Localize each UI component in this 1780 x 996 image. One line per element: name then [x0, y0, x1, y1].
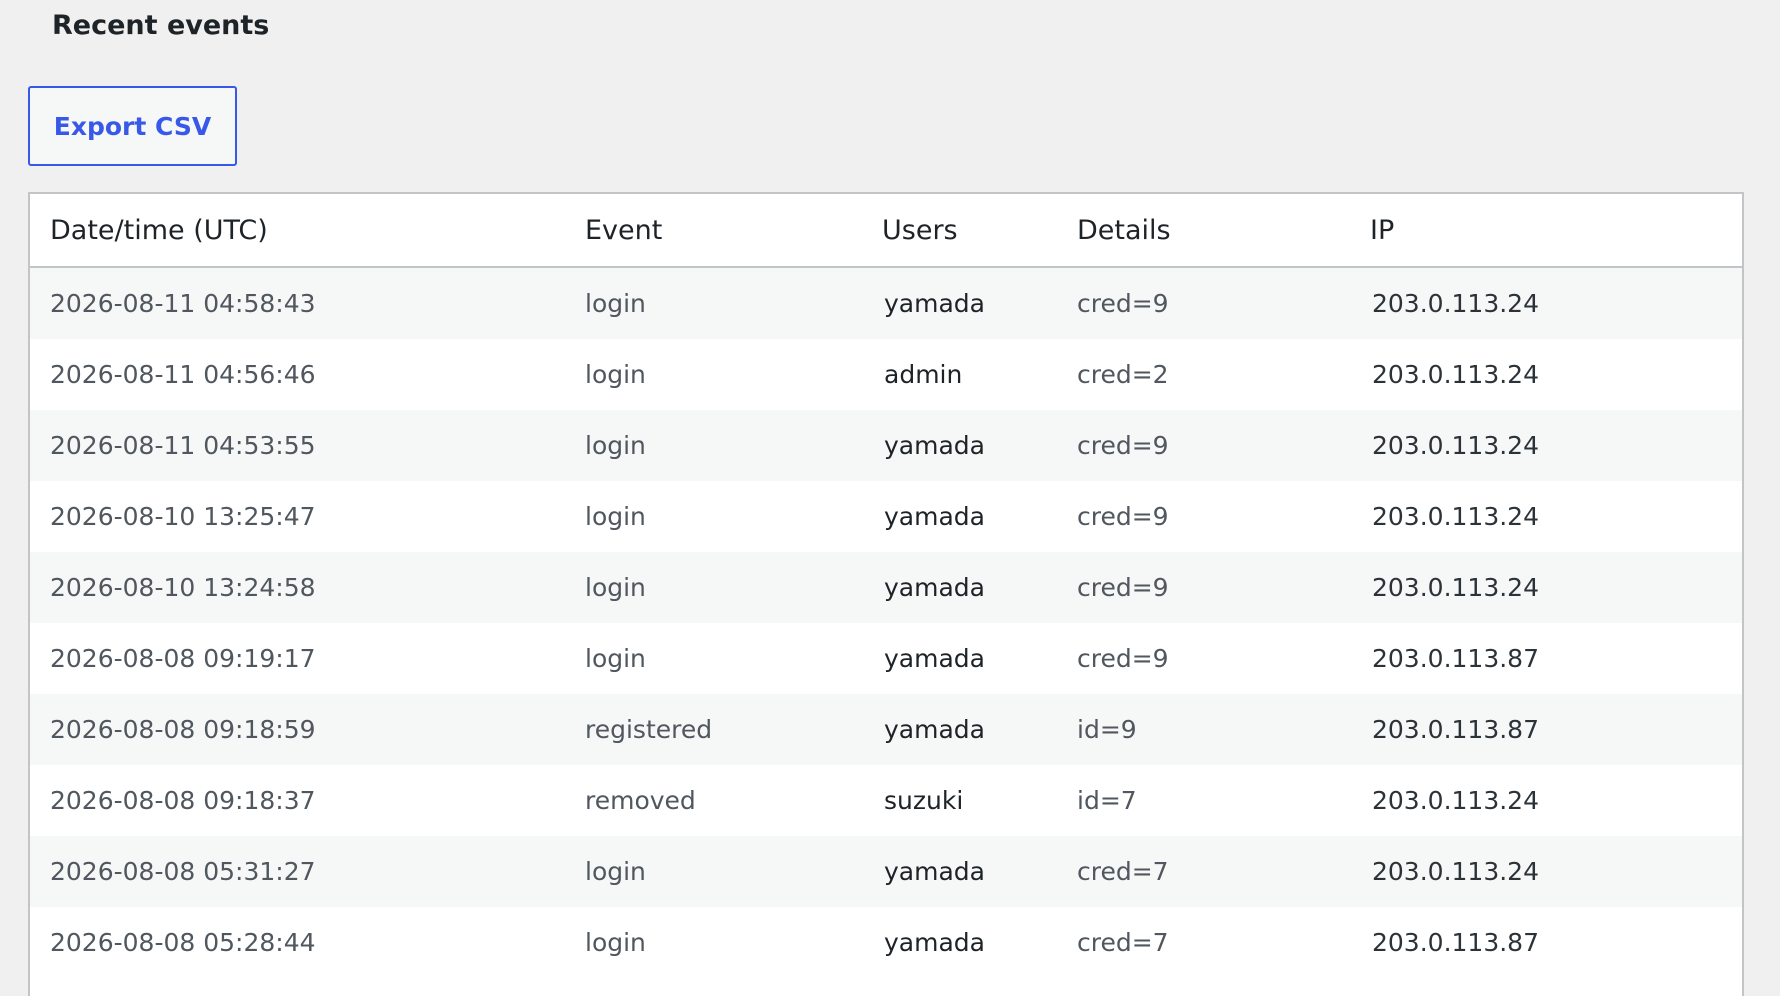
table-row: 2026-08-08 09:19:17 login yamada cred=9 … [30, 623, 1742, 694]
column-header-users: Users [862, 194, 1057, 268]
cell-date: 2026-08-10 13:24:58 [50, 573, 316, 602]
cell-details: id=9 [1077, 715, 1137, 744]
cell-users: yamada [884, 715, 985, 744]
table-row: 2026-08-08 05:28:44 login yamada cred=7 … [30, 907, 1742, 978]
column-header-event: Event [565, 194, 862, 268]
cell-details: cred=9 [1077, 502, 1169, 531]
cell-event: login [585, 360, 646, 389]
cell-date: 2026-08-08 09:18:59 [50, 715, 316, 744]
cell-users: yamada [884, 928, 985, 957]
cell-event: login [585, 502, 646, 531]
cell-date: 2026-08-08 05:31:27 [50, 857, 316, 886]
cell-users: suzuki [884, 786, 964, 815]
cell-event: login [585, 928, 646, 957]
table-row: 2026-08-11 04:58:43 login yamada cred=9 … [30, 267, 1742, 339]
events-table-header: Date/time (UTC) Event Users Details IP [30, 194, 1742, 268]
cell-date: 2026-08-08 09:19:17 [50, 644, 316, 673]
cell-event: login [585, 644, 646, 673]
cell-users: yamada [884, 573, 985, 602]
table-row: 2026-08-11 04:53:55 login yamada cred=9 … [30, 410, 1742, 481]
section-title: Recent events [52, 10, 270, 41]
cell-ip: 203.0.113.24 [1372, 857, 1539, 886]
table-row: 2026-08-11 04:56:46 login admin cred=2 2… [30, 339, 1742, 410]
events-table-container: Date/time (UTC) Event Users Details IP 2… [28, 192, 1744, 996]
recent-events-page: Recent events Export CSV Date/time (UTC)… [0, 0, 1780, 996]
cell-ip: 203.0.113.87 [1372, 928, 1539, 957]
cell-ip: 203.0.113.24 [1372, 289, 1539, 318]
cell-ip: 203.0.113.24 [1372, 573, 1539, 602]
cell-details: cred=9 [1077, 644, 1169, 673]
cell-ip: 203.0.113.87 [1372, 715, 1539, 744]
cell-details: cred=9 [1077, 573, 1169, 602]
column-header-date: Date/time (UTC) [30, 194, 565, 268]
table-row: 2026-08-10 13:25:47 login yamada cred=9 … [30, 481, 1742, 552]
column-header-details: Details [1057, 194, 1350, 268]
cell-event: login [585, 857, 646, 886]
cell-ip: 203.0.113.24 [1372, 360, 1539, 389]
events-table: Date/time (UTC) Event Users Details IP 2… [30, 194, 1742, 978]
cell-details: cred=9 [1077, 431, 1169, 460]
table-row: 2026-08-10 13:24:58 login yamada cred=9 … [30, 552, 1742, 623]
column-header-ip: IP [1350, 194, 1742, 268]
cell-date: 2026-08-11 04:53:55 [50, 431, 316, 460]
cell-event: login [585, 573, 646, 602]
cell-date: 2026-08-08 05:28:44 [50, 928, 316, 957]
cell-details: cred=9 [1077, 289, 1169, 318]
cell-ip: 203.0.113.24 [1372, 431, 1539, 460]
cell-users: yamada [884, 502, 985, 531]
table-row: 2026-08-08 09:18:37 removed suzuki id=7 … [30, 765, 1742, 836]
cell-details: id=7 [1077, 786, 1137, 815]
cell-event: login [585, 431, 646, 460]
header-row: Date/time (UTC) Event Users Details IP [30, 194, 1742, 268]
cell-event: removed [585, 786, 696, 815]
cell-details: cred=2 [1077, 360, 1169, 389]
cell-ip: 203.0.113.24 [1372, 502, 1539, 531]
cell-ip: 203.0.113.24 [1372, 786, 1539, 815]
cell-date: 2026-08-11 04:56:46 [50, 360, 316, 389]
cell-users: yamada [884, 857, 985, 886]
cell-date: 2026-08-11 04:58:43 [50, 289, 316, 318]
cell-details: cred=7 [1077, 857, 1169, 886]
cell-users: admin [884, 360, 963, 389]
cell-ip: 203.0.113.87 [1372, 644, 1539, 673]
cell-event: registered [585, 715, 713, 744]
events-table-body: 2026-08-11 04:58:43 login yamada cred=9 … [30, 267, 1742, 978]
table-row: 2026-08-08 09:18:59 registered yamada id… [30, 694, 1742, 765]
cell-date: 2026-08-10 13:25:47 [50, 502, 316, 531]
cell-users: yamada [884, 289, 985, 318]
table-row: 2026-08-08 05:31:27 login yamada cred=7 … [30, 836, 1742, 907]
cell-details: cred=7 [1077, 928, 1169, 957]
cell-users: yamada [884, 431, 985, 460]
cell-date: 2026-08-08 09:18:37 [50, 786, 316, 815]
export-csv-button[interactable]: Export CSV [28, 86, 237, 166]
cell-users: yamada [884, 644, 985, 673]
cell-event: login [585, 289, 646, 318]
